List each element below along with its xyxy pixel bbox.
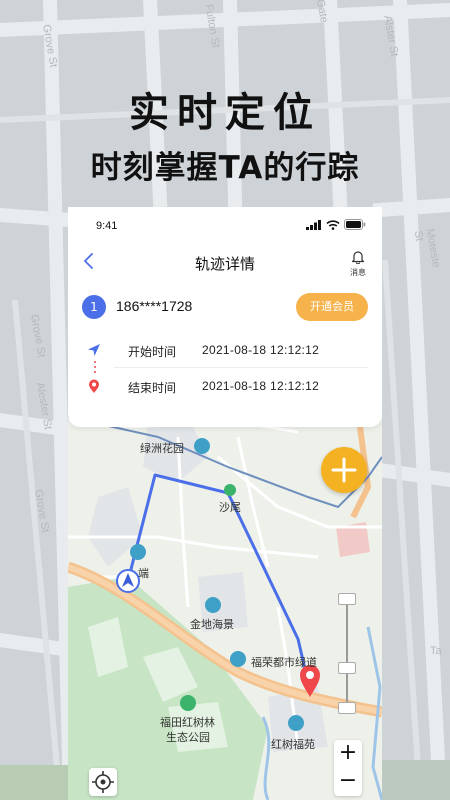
map-label-duan: 端 (138, 567, 149, 580)
building-icon (194, 438, 210, 454)
building-icon (130, 544, 146, 560)
building-icon (230, 651, 246, 667)
headline-title: 实时定位 (129, 90, 321, 136)
status-bar: 9:41 (68, 207, 382, 243)
messages-label: 消息 (350, 268, 366, 277)
start-time-row: 开始时间 2021-08-18 12:12:12 (82, 339, 368, 363)
map-label-hongshu: 红树福苑 (271, 738, 315, 751)
map-label-futian: 福田红树林 (160, 716, 215, 729)
zoom-slider-track[interactable] (346, 597, 348, 709)
user-phone: 186****1728 (116, 298, 193, 314)
divider (114, 367, 368, 368)
map-label-furong: 福荣都市绿道 (251, 656, 317, 669)
zoom-slider-bottom-handle[interactable] (338, 702, 356, 714)
page-title: 轨迹详情 (194, 255, 255, 273)
end-time-label: 结束时间 (128, 381, 177, 395)
map-label-futian-2: 生态公园 (166, 731, 210, 744)
map-label-jindi: 金地海景 (190, 618, 234, 631)
end-time-value: 2021-08-18 12:12:12 (202, 379, 320, 393)
signal-icon (306, 219, 321, 230)
wifi-icon (326, 219, 340, 230)
start-time-label: 开始时间 (128, 345, 177, 359)
zoom-slider-top-handle[interactable] (338, 593, 356, 605)
dotted-connector (94, 361, 96, 373)
building-icon (288, 715, 304, 731)
building-icon (205, 597, 221, 613)
plus-icon (331, 457, 357, 483)
open-vip-button[interactable]: 开通会员 (296, 293, 368, 321)
battery-icon (344, 219, 366, 230)
map-label-shawei: 沙尾 (219, 501, 241, 514)
nav-bar: 轨迹详情 消息 (68, 245, 382, 279)
messages-button[interactable]: 消息 (346, 249, 370, 278)
phone-mockup: 绿洲花园 沙尾 端 金地海景 福荣都市绿道 福田红树林 生态公园 红树福苑 + … (68, 207, 382, 800)
park-icon (180, 695, 196, 711)
street-label: Ta (430, 645, 442, 657)
headline-subtitle: 时刻掌握TA的行踪 (90, 150, 360, 186)
end-time-row: 结束时间 2021-08-18 12:12:12 (82, 375, 368, 399)
zoom-out-button[interactable]: − (334, 768, 362, 796)
bell-icon (351, 251, 365, 265)
zoom-in-button[interactable]: + (334, 740, 362, 768)
metro-icon (224, 484, 236, 496)
add-button[interactable] (321, 447, 367, 493)
status-time: 9:41 (96, 220, 118, 232)
locate-button[interactable] (89, 768, 117, 796)
zoom-controls: + − (334, 740, 362, 796)
zoom-slider-handle[interactable] (338, 662, 356, 674)
status-icons (306, 219, 366, 230)
track-detail-card: 9:41 轨迹详情 消息 1 186****1728 开通会员 开始时间 202… (68, 207, 382, 427)
user-index-badge: 1 (82, 295, 106, 319)
start-time-value: 2021-08-18 12:12:12 (202, 343, 320, 357)
user-row: 1 186****1728 开通会员 (82, 293, 368, 321)
map-label-lvzhou: 绿洲花园 (140, 442, 184, 455)
location-pin-icon (89, 379, 99, 393)
navigation-arrow-icon (88, 344, 100, 356)
crosshair-icon (92, 771, 114, 793)
